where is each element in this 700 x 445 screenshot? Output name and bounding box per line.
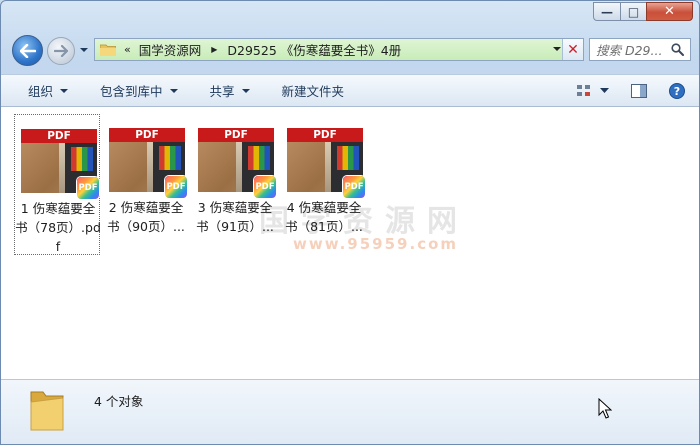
mouse-pointer-icon: [598, 398, 612, 419]
pdf-thumbnail: PDF PDF: [109, 128, 187, 198]
include-in-library-menu-button[interactable]: 包含到库中: [100, 81, 178, 100]
share-label: 共享: [209, 84, 235, 99]
search-input[interactable]: 搜索 D29...: [590, 40, 672, 59]
arrow-left-icon: [19, 43, 36, 58]
folder-icon: [100, 44, 116, 56]
thumbnail-color-chart: [248, 146, 270, 170]
file-list-pane[interactable]: 国学资源网 www.95959.com PDF PDF 1 伤寒蕴要全书（78页…: [1, 107, 699, 379]
view-options-chevron-down-icon[interactable]: [600, 87, 609, 94]
address-clear-button[interactable]: ✕: [562, 39, 583, 60]
file-name: 2 伤寒蕴要全书（90页）...: [107, 200, 185, 234]
minimize-button[interactable]: —: [593, 2, 621, 21]
pdf-app-icon: PDF: [77, 177, 99, 199]
organize-menu-button[interactable]: 组织: [28, 81, 69, 100]
file-item[interactable]: PDF PDF 4 伤寒蕴要全书（81页）...: [281, 114, 367, 255]
thumbnail-color-chart: [337, 146, 359, 170]
address-bar[interactable]: « 国学资源网 ▶ D29525 《伤寒蕴要全书》4册 ✕: [94, 38, 584, 61]
pdf-thumbnail: PDF PDF: [287, 128, 365, 198]
file-item[interactable]: PDF PDF 1 伤寒蕴要全书（78页）.pdf: [14, 114, 101, 255]
forward-button[interactable]: [47, 37, 75, 65]
file-item[interactable]: PDF PDF 3 伤寒蕴要全书（91页）...: [192, 114, 278, 255]
arrow-right-icon: [54, 45, 68, 57]
search-icon[interactable]: [671, 43, 684, 56]
search-box[interactable]: 搜索 D29...: [589, 38, 691, 61]
close-icon: ✕: [664, 4, 675, 19]
file-name: 4 伤寒蕴要全书（81页）...: [285, 200, 363, 234]
command-bar: 组织 包含到库中 共享 新建文件夹 ?: [1, 74, 699, 107]
caption-buttons: — □ ✕: [593, 2, 693, 21]
caret-down-icon: [241, 88, 250, 93]
pdf-app-icon: PDF: [343, 176, 365, 198]
breadcrumb-separator-icon[interactable]: ▶: [211, 45, 217, 54]
change-view-icon[interactable]: [576, 84, 592, 98]
thumbnail-color-chart: [159, 146, 181, 170]
explorer-window: — □ ✕ « 国学资源网 ▶ D29525 《伤寒蕴要全书》4册 ✕ 搜索 D…: [0, 0, 700, 445]
address-overflow-chevron[interactable]: «: [124, 43, 131, 56]
file-name: 3 伤寒蕴要全书（91页）...: [196, 200, 274, 234]
object-count: 4 个对象: [94, 394, 144, 409]
share-menu-button[interactable]: 共享: [210, 81, 250, 100]
new-folder-label: 新建文件夹: [281, 84, 345, 99]
clear-icon: ✕: [567, 41, 579, 58]
help-icon[interactable]: ?: [669, 82, 685, 99]
breadcrumb-segment-1[interactable]: 国学资源网: [139, 40, 202, 59]
breadcrumb-segment-2[interactable]: D29525 《伤寒蕴要全书》4册: [227, 40, 401, 59]
pdf-label: PDF: [198, 128, 274, 142]
thumbnail-color-chart: [71, 147, 93, 171]
pdf-app-icon: PDF: [165, 176, 187, 198]
pdf-thumbnail: PDF PDF: [21, 129, 99, 199]
new-folder-button[interactable]: 新建文件夹: [282, 81, 345, 100]
pdf-label: PDF: [21, 129, 97, 143]
pdf-label: PDF: [109, 128, 185, 142]
pdf-thumbnail: PDF PDF: [198, 128, 276, 198]
include-in-library-label: 包含到库中: [100, 84, 163, 99]
close-button[interactable]: ✕: [646, 2, 693, 21]
caret-down-icon: [60, 88, 69, 93]
caret-down-icon: [169, 88, 178, 93]
recent-pages-chevron-down-icon[interactable]: [79, 45, 89, 55]
organize-label: 组织: [28, 84, 54, 99]
folder-icon: [30, 391, 64, 431]
pdf-app-icon: PDF: [254, 176, 276, 198]
back-button[interactable]: [12, 35, 43, 66]
svg-text:?: ?: [674, 85, 680, 98]
toolbar-right-group: ?: [576, 75, 699, 106]
details-pane: 4 个对象: [1, 379, 699, 444]
pdf-label: PDF: [287, 128, 363, 142]
maximize-button[interactable]: □: [620, 2, 647, 21]
address-chevron-down-icon[interactable]: [553, 45, 561, 53]
preview-pane-icon[interactable]: [631, 83, 647, 98]
minimize-icon: —: [601, 4, 613, 19]
maximize-icon: □: [627, 4, 640, 19]
file-item[interactable]: PDF PDF 2 伤寒蕴要全书（90页）...: [103, 114, 189, 255]
file-name: 1 伤寒蕴要全书（78页）.pdf: [15, 201, 101, 254]
